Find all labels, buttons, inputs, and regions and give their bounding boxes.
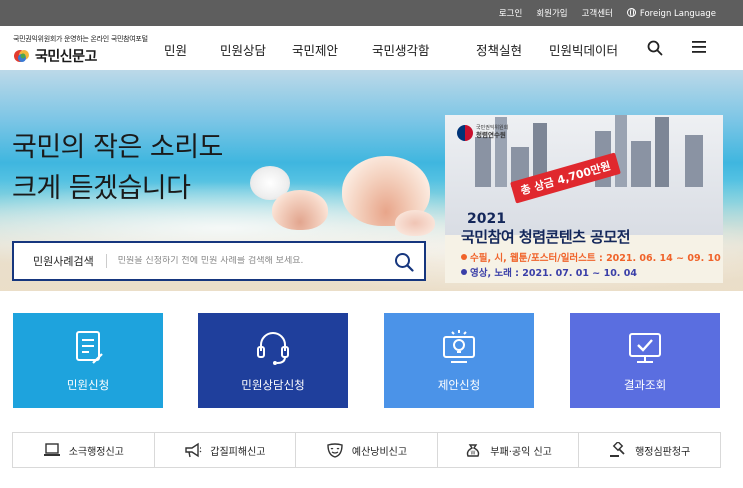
- quick-link-label: 부패·공익 신고: [490, 446, 552, 458]
- mask-icon: [327, 443, 343, 458]
- quick-link-label: 갑질피해신고: [210, 446, 266, 458]
- card-label: 민원상담신청: [241, 378, 305, 392]
- banner-title: 국민참여 청렴콘텐츠 공모전: [461, 228, 631, 246]
- hero-shell: [395, 210, 435, 236]
- quick-link-corruption[interactable]: W 부패·공익 신고: [438, 433, 580, 467]
- service-cards: 민원신청 민원상담신청 제안신청 결과조회: [0, 313, 743, 408]
- nav-item-civil[interactable]: 민원: [164, 40, 187, 59]
- promo-banner[interactable]: 국민권익위원회 청렴연수원 총 상금 4,700만원 2021 국민참여 청렴콘…: [445, 115, 723, 283]
- signup-link[interactable]: 회원가입: [536, 7, 567, 19]
- nav-item-proposal[interactable]: 국민제안: [292, 40, 338, 59]
- banner-date-1: 수필, 시, 웹툰/포스터/일러스트 : 2021. 06. 14 ~ 09. …: [461, 250, 721, 264]
- card-proposal-apply[interactable]: 제안신청: [384, 313, 534, 408]
- gavel-icon: [610, 442, 625, 457]
- money-bag-icon: W: [467, 444, 480, 457]
- quick-link-passive-admin[interactable]: 소극행정신고: [13, 433, 155, 467]
- main-header: 국민권익위원회가 운영하는 온라인 국민참여포털 국민신문고 민원 민원상담 국…: [0, 26, 743, 70]
- banner-date-1-text: 수필, 시, 웹툰/포스터/일러스트 : 2021. 06. 14 ~ 09. …: [470, 253, 721, 264]
- monitor-check-icon: [629, 333, 661, 363]
- hero-shell: [272, 190, 328, 230]
- nav-item-consult[interactable]: 민원상담: [220, 40, 266, 59]
- banner-org: 국민권익위원회 청렴연수원: [476, 125, 508, 139]
- quick-link-admin-appeal[interactable]: 행정심판청구: [579, 433, 720, 467]
- hero-headline-1: 국민의 작은 소리도: [12, 132, 223, 163]
- banner-org-name: 청렴연수원: [476, 131, 506, 139]
- document-pen-icon: [76, 331, 103, 364]
- quick-link-label: 행정심판청구: [635, 446, 691, 458]
- quick-link-budget-waste[interactable]: 예산낭비신고: [296, 433, 438, 467]
- banner-year: 2021: [467, 211, 506, 227]
- laptop-icon: [43, 443, 60, 456]
- hamburger-menu-icon[interactable]: [692, 41, 706, 53]
- utility-links: 로그인 회원가입 고객센터 Foreign Language: [499, 0, 716, 26]
- quick-link-label: 소극행정신고: [68, 446, 124, 458]
- card-label: 민원신청: [66, 378, 110, 392]
- lightbulb-monitor-icon: [443, 330, 475, 363]
- card-label: 결과조회: [623, 378, 667, 392]
- quick-report-links: 소극행정신고 갑질피해신고 예산낭비신고 W 부패·공익 신고 행정심판청구: [12, 432, 721, 468]
- hero-headline-2: 크게 듣겠습니다: [12, 173, 191, 204]
- banner-date-2-text: 영상, 노래 : 2021. 07. 01 ~ 10. 04: [470, 268, 637, 279]
- logo-mark-icon: [14, 50, 29, 62]
- search-divider: [105, 254, 107, 268]
- card-label: 제안신청: [437, 378, 481, 392]
- customer-center-link[interactable]: 고객센터: [582, 7, 613, 19]
- nav-item-opinion[interactable]: 국민생각함: [372, 40, 430, 59]
- quick-link-label: 예산낭비신고: [351, 446, 408, 458]
- search-icon[interactable]: [647, 40, 663, 56]
- site-logo[interactable]: 국민권익위원회가 운영하는 온라인 국민참여포털 국민신문고: [13, 34, 163, 65]
- case-search-box: 민원사례검색: [12, 241, 426, 281]
- banner-date-2: 영상, 노래 : 2021. 07. 01 ~ 10. 04: [461, 265, 637, 279]
- svg-text:W: W: [471, 451, 476, 457]
- logo-tagline: 국민권익위원회가 운영하는 온라인 국민참여포털: [13, 35, 148, 43]
- login-link[interactable]: 로그인: [499, 7, 522, 19]
- foreign-language-link[interactable]: Foreign Language: [626, 7, 716, 19]
- megaphone-icon: [185, 442, 202, 458]
- card-consult-apply[interactable]: 민원상담신청: [198, 313, 348, 408]
- case-search-label: 민원사례검색: [33, 255, 94, 268]
- headset-icon: [257, 332, 289, 365]
- case-search-input[interactable]: [117, 256, 378, 266]
- nav-item-policy[interactable]: 정책실현: [476, 40, 522, 59]
- logo-text: 국민신문고: [35, 49, 97, 65]
- utility-bar: 로그인 회원가입 고객센터 Foreign Language: [0, 0, 743, 26]
- hero-section: 국민의 작은 소리도 크게 듣겠습니다 민원사례검색 국민권익위원회 청렴연수원…: [0, 70, 743, 291]
- nav-item-bigdata[interactable]: 민원빅데이터: [549, 40, 618, 59]
- card-civil-apply[interactable]: 민원신청: [13, 313, 163, 408]
- globe-icon: [626, 7, 636, 17]
- quick-link-power-abuse[interactable]: 갑질피해신고: [155, 433, 297, 467]
- foreign-language-label: Foreign Language: [639, 8, 716, 19]
- government-emblem-icon: [457, 125, 473, 141]
- search-submit-icon[interactable]: [394, 252, 414, 272]
- card-result-check[interactable]: 결과조회: [570, 313, 720, 408]
